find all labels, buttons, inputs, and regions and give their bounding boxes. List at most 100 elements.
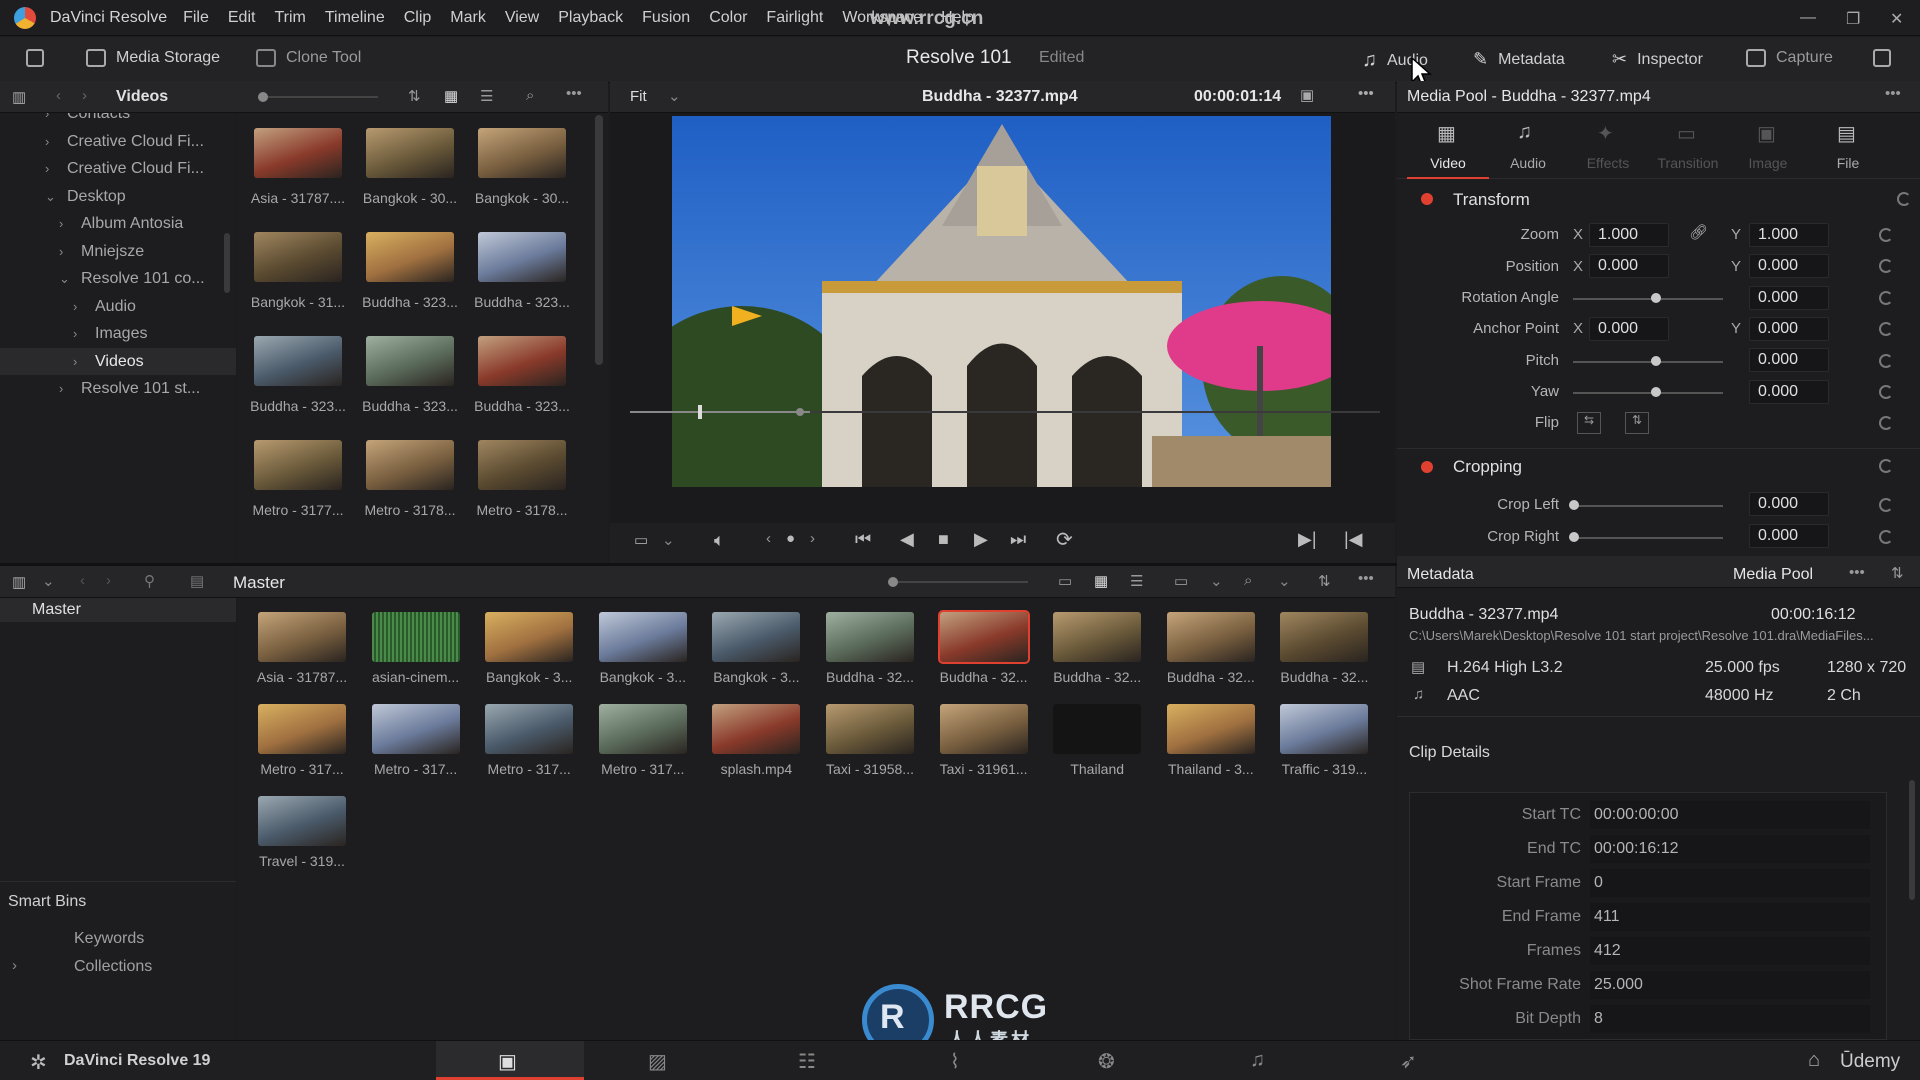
chevron-right-icon[interactable]: › bbox=[45, 155, 59, 183]
tree-item[interactable]: ⌄ Resolve 101 co... bbox=[0, 265, 236, 293]
clip-thumbnail[interactable] bbox=[478, 232, 566, 282]
tab-effects[interactable]: ✦ Effects bbox=[1567, 113, 1649, 179]
tree-item[interactable]: › Images bbox=[0, 320, 236, 348]
more-options-icon[interactable]: ••• bbox=[1885, 85, 1901, 102]
fairlight-page-icon[interactable]: ♫ bbox=[1250, 1049, 1265, 1072]
back-arrow-icon[interactable]: ‹ bbox=[56, 87, 61, 104]
detail-value-field[interactable]: 00:00:16:12 bbox=[1590, 835, 1870, 863]
thumbnail-size-slider[interactable] bbox=[888, 581, 1028, 583]
bin-options-icon[interactable]: ▤ bbox=[190, 572, 204, 590]
jog-left-icon[interactable]: ‹ bbox=[766, 530, 771, 547]
home-icon[interactable]: ⌂ bbox=[1808, 1049, 1820, 1072]
more-options-icon[interactable]: ••• bbox=[1358, 570, 1374, 587]
menu-item-fusion[interactable]: Fusion bbox=[642, 9, 690, 26]
clip-thumbnail[interactable] bbox=[1280, 704, 1369, 754]
search-icon[interactable]: ⌕ bbox=[526, 87, 534, 104]
volume-icon[interactable]: 🔈︎ bbox=[714, 530, 725, 551]
chevron-down-icon[interactable]: ⌄ bbox=[1210, 572, 1223, 590]
clip-thumbnail[interactable] bbox=[826, 704, 914, 754]
grid-view-icon[interactable]: ▦ bbox=[1094, 572, 1108, 590]
slider-knob[interactable] bbox=[888, 577, 898, 587]
clip-thumbnail[interactable] bbox=[478, 128, 566, 178]
chevron-down-icon[interactable]: ⌄ bbox=[1278, 572, 1291, 590]
clip-thumbnail[interactable] bbox=[826, 612, 914, 662]
clip-thumbnail[interactable] bbox=[258, 796, 346, 846]
tab-file[interactable]: ▤ File bbox=[1807, 113, 1889, 179]
sort-icon[interactable]: ⇅ bbox=[408, 87, 421, 105]
chevron-right-icon[interactable]: › bbox=[45, 128, 59, 156]
tab-transition[interactable]: ▭ Transition bbox=[1647, 113, 1729, 179]
tree-item[interactable]: › Audio bbox=[0, 293, 236, 321]
chevron-down-icon[interactable]: ⌄ bbox=[668, 87, 681, 105]
more-options-icon[interactable]: ••• bbox=[566, 85, 582, 102]
clip-thumbnail[interactable] bbox=[712, 612, 801, 662]
chevron-down-icon[interactable]: ⌄ bbox=[42, 572, 55, 590]
clip-thumbnail[interactable] bbox=[712, 704, 801, 754]
tree-item[interactable]: › Creative Cloud Fi... bbox=[0, 155, 236, 183]
clip-thumbnail[interactable] bbox=[254, 440, 342, 490]
clip-thumbnail[interactable] bbox=[598, 612, 687, 662]
capture-button[interactable]: Capture bbox=[1746, 49, 1833, 67]
detail-value-field[interactable]: 25.000 bbox=[1590, 971, 1870, 999]
viewer-options-icon[interactable]: ▣ bbox=[1300, 86, 1314, 104]
clip-thumbnail[interactable] bbox=[478, 336, 566, 386]
clip-thumbnail[interactable] bbox=[478, 440, 566, 490]
chevron-down-icon[interactable]: ⌄ bbox=[662, 531, 675, 549]
viewer-playhead[interactable] bbox=[698, 405, 702, 419]
clip-thumbnail[interactable] bbox=[258, 612, 346, 662]
media-page-icon[interactable]: ▣ bbox=[498, 1049, 517, 1074]
tab-video[interactable]: ▦ Video bbox=[1407, 113, 1489, 179]
chevron-right-icon[interactable]: › bbox=[59, 375, 73, 403]
metadata-view-icon[interactable]: ▭ bbox=[1058, 572, 1072, 590]
clip-thumbnail[interactable] bbox=[1166, 704, 1255, 754]
tree-item[interactable]: › Album Antosia bbox=[0, 210, 236, 238]
loop-icon[interactable]: ⟳ bbox=[1056, 527, 1073, 552]
inspector-button[interactable]: ✂ Inspector bbox=[1612, 49, 1703, 70]
sort-icon[interactable]: ⇅ bbox=[1891, 564, 1904, 582]
clip-thumbnail[interactable] bbox=[366, 336, 454, 386]
tree-item[interactable]: › Mniejsze bbox=[0, 238, 236, 266]
detail-value-field[interactable]: 8 bbox=[1590, 1005, 1870, 1033]
mark-in-icon[interactable]: ▶| bbox=[1298, 529, 1317, 550]
tree-item[interactable]: › Contacts bbox=[0, 113, 236, 128]
panel-toggle-icon[interactable]: ▥ bbox=[12, 573, 26, 591]
detail-value-field[interactable]: 411 bbox=[1590, 903, 1870, 931]
more-options-icon[interactable]: ••• bbox=[1358, 85, 1374, 102]
skip-to-start-icon[interactable]: ⏮︎ bbox=[855, 529, 871, 550]
tree-item[interactable]: › Resolve 101 st... bbox=[0, 375, 236, 403]
thumbnail-size-slider[interactable] bbox=[258, 96, 378, 98]
grid-view-icon[interactable]: ▦ bbox=[444, 87, 458, 105]
slider-knob[interactable] bbox=[258, 92, 268, 102]
search-icon[interactable]: ⌕ bbox=[1244, 572, 1252, 589]
chevron-right-icon[interactable]: › bbox=[59, 238, 73, 266]
clip-thumbnail[interactable] bbox=[1166, 612, 1255, 662]
list-view-icon[interactable]: ☰ bbox=[480, 87, 493, 105]
jog-right-icon[interactable]: › bbox=[810, 530, 815, 547]
clip-thumbnail[interactable] bbox=[366, 128, 454, 178]
forward-arrow-icon[interactable]: › bbox=[82, 87, 87, 104]
chevron-right-icon[interactable]: › bbox=[73, 320, 87, 348]
grid-scrollbar[interactable] bbox=[595, 115, 603, 365]
chevron-down-icon[interactable]: ⌄ bbox=[45, 183, 59, 211]
color-page-icon[interactable]: ❂ bbox=[1098, 1049, 1115, 1074]
menu-item-edit[interactable]: Edit bbox=[228, 9, 256, 26]
menu-item-timeline[interactable]: Timeline bbox=[325, 9, 385, 26]
edit-page-icon[interactable]: ☷ bbox=[798, 1049, 816, 1074]
clip-thumbnail[interactable] bbox=[254, 128, 342, 178]
link-icon[interactable]: ⚲ bbox=[144, 572, 155, 590]
skip-to-end-icon[interactable]: ⏭︎ bbox=[1010, 529, 1026, 550]
tree-item[interactable]: › Creative Cloud Fi... bbox=[0, 128, 236, 156]
close-icon[interactable]: ✕ bbox=[1890, 9, 1903, 29]
menu-item-clip[interactable]: Clip bbox=[404, 9, 432, 26]
clip-thumbnail[interactable] bbox=[1053, 704, 1142, 754]
clip-thumbnail[interactable] bbox=[485, 704, 574, 754]
forward-arrow-icon[interactable]: › bbox=[106, 572, 111, 589]
chevron-down-icon[interactable]: ⌄ bbox=[59, 265, 73, 293]
play-reverse-icon[interactable]: ◀ bbox=[900, 529, 914, 550]
tab-audio[interactable]: ♫ Audio bbox=[1487, 113, 1569, 179]
chevron-right-icon[interactable]: › bbox=[45, 113, 59, 128]
transform-section-header[interactable]: Transform bbox=[1411, 184, 1916, 216]
minimize-icon[interactable]: — bbox=[1800, 9, 1816, 27]
chevron-right-icon[interactable]: › bbox=[73, 293, 87, 321]
restore-icon[interactable]: ❐ bbox=[1846, 9, 1860, 29]
